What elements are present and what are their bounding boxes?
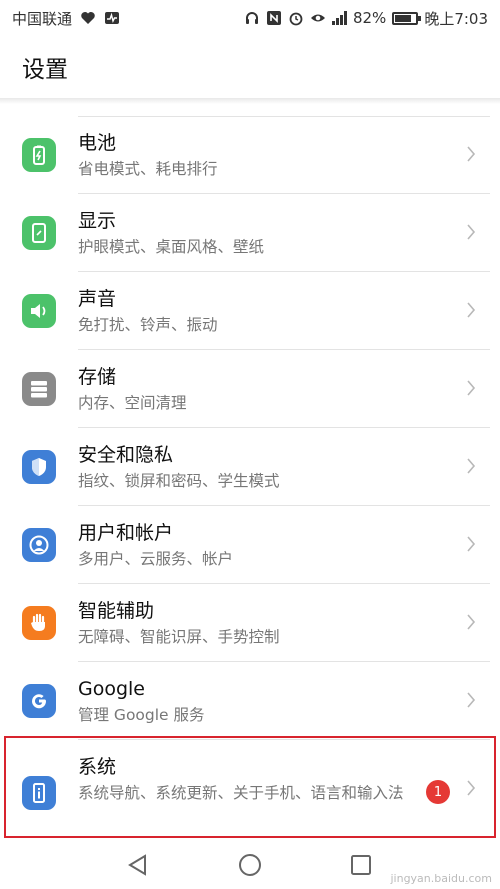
settings-item-subtitle: 管理 Google 服务 xyxy=(78,706,205,724)
carrier-label: 中国联通 xyxy=(12,9,73,28)
highlight-frame xyxy=(4,736,496,838)
settings-item-subtitle: 指纹、锁屏和密码、学生模式 xyxy=(78,472,280,490)
chevron-right-icon xyxy=(466,224,476,240)
settings-item-subtitle: 省电模式、耗电排行 xyxy=(78,160,218,178)
settings-item-title: 智能辅助 xyxy=(78,600,155,622)
clock: 晚上7:03 xyxy=(424,9,488,28)
settings-item-google[interactable]: Google 管理 Google 服务 xyxy=(0,662,500,740)
app-bar-shadow xyxy=(0,98,500,104)
eye-icon xyxy=(310,10,326,26)
settings-item-display[interactable]: 显示 护眼模式、桌面风格、壁纸 xyxy=(0,194,500,272)
settings-item-title: 电池 xyxy=(78,132,117,154)
home-icon[interactable] xyxy=(237,852,263,878)
heart-rate-icon xyxy=(80,10,96,26)
google-icon xyxy=(22,684,56,718)
speaker-icon xyxy=(22,294,56,328)
settings-item-security[interactable]: 安全和隐私 指纹、锁屏和密码、学生模式 xyxy=(0,428,500,506)
settings-item-title: 显示 xyxy=(78,210,117,232)
battery-icon xyxy=(22,138,56,172)
settings-item-title: Google xyxy=(78,678,146,700)
battery-icon xyxy=(392,11,422,25)
storage-icon xyxy=(22,372,56,406)
settings-item-subtitle: 无障碍、智能识屏、手势控制 xyxy=(78,628,280,646)
settings-item-subtitle: 内存、空间清理 xyxy=(78,394,187,412)
battery-percent: 82% xyxy=(352,9,387,27)
chevron-right-icon xyxy=(466,146,476,162)
watermark: jingyan.baidu.com xyxy=(390,872,492,885)
alarm-icon xyxy=(288,10,304,26)
chevron-right-icon xyxy=(466,302,476,318)
settings-item-subtitle: 护眼模式、桌面风格、壁纸 xyxy=(78,238,265,256)
settings-item-assist[interactable]: 智能辅助 无障碍、智能识屏、手势控制 xyxy=(0,584,500,662)
nfc-icon xyxy=(266,10,282,26)
settings-item-title: 存储 xyxy=(78,366,117,388)
user-icon xyxy=(22,528,56,562)
status-bar: 中国联通 82% 晚上7:03 xyxy=(0,0,500,36)
signal-icon xyxy=(331,11,347,25)
settings-item-title: 用户和帐户 xyxy=(78,522,174,544)
settings-item-title: 声音 xyxy=(78,288,117,310)
settings-item-subtitle: 多用户、云服务、帐户 xyxy=(78,550,234,568)
back-icon[interactable] xyxy=(125,852,151,878)
app-bar: 设置 xyxy=(0,36,500,98)
settings-item-title: 安全和隐私 xyxy=(78,444,174,466)
shield-icon xyxy=(22,450,56,484)
chevron-right-icon xyxy=(466,458,476,474)
chevron-right-icon xyxy=(466,380,476,396)
hand-icon xyxy=(22,606,56,640)
recents-icon[interactable] xyxy=(348,852,374,878)
chevron-right-icon xyxy=(466,614,476,630)
settings-list: 电池 省电模式、耗电排行 显示 护眼模式、桌面风格、壁纸 声音 免打扰、铃声、振… xyxy=(0,116,500,844)
chevron-right-icon xyxy=(466,692,476,708)
settings-item-accounts[interactable]: 用户和帐户 多用户、云服务、帐户 xyxy=(0,506,500,584)
display-icon xyxy=(22,216,56,250)
activity-icon xyxy=(104,10,120,26)
settings-item-battery[interactable]: 电池 省电模式、耗电排行 xyxy=(0,116,500,194)
headset-icon xyxy=(244,10,260,26)
chevron-right-icon xyxy=(466,536,476,552)
settings-item-sound[interactable]: 声音 免打扰、铃声、振动 xyxy=(0,272,500,350)
navigation-bar: jingyan.baidu.com xyxy=(0,840,500,889)
settings-item-subtitle: 免打扰、铃声、振动 xyxy=(78,316,218,334)
page-title: 设置 xyxy=(22,57,68,83)
settings-item-storage[interactable]: 存储 内存、空间清理 xyxy=(0,350,500,428)
